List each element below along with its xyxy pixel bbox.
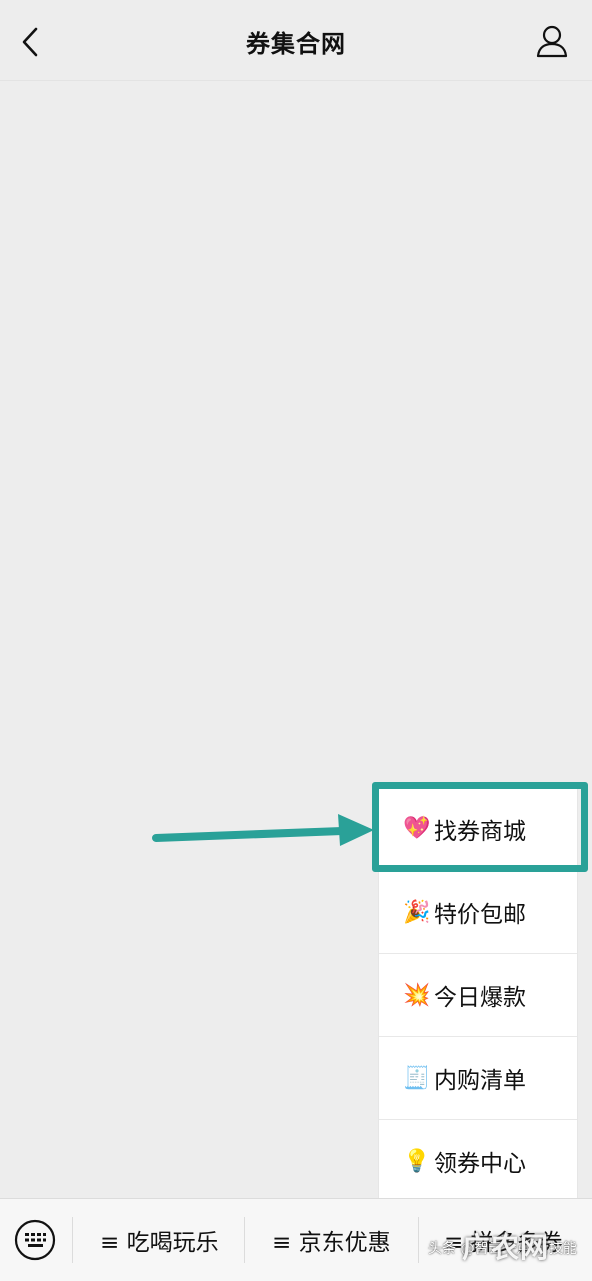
person-icon[interactable]	[536, 24, 568, 58]
menu-item-label: 特价包邮	[434, 902, 526, 928]
keyboard-icon[interactable]	[14, 1219, 56, 1261]
light-bulb-icon: 💡	[403, 1148, 431, 1174]
menu-item-coupon-center[interactable]: 💡 领券中心	[379, 1119, 577, 1202]
menu-item-internal-purchase-list[interactable]: 🧾 内购清单	[379, 1036, 577, 1119]
menu-item-find-coupon-mall[interactable]: 💖 找券商城	[379, 787, 577, 870]
pointer-arrow-icon	[152, 814, 374, 846]
top-navigation-bar: 券集合网	[0, 0, 592, 81]
menu-item-special-free-shipping[interactable]: 🎉 特价包邮	[379, 870, 577, 953]
watermark-logo-text: 广农网	[462, 1231, 550, 1264]
menu-item-label: 找券商城	[434, 818, 526, 845]
menu-item-label: 今日爆款	[434, 985, 526, 1011]
popup-menu: 💖 找券商城 🎉 特价包邮 💥 今日爆款 🧾 内购清单 💡 领券中心	[378, 786, 578, 1203]
divider	[244, 1217, 245, 1263]
menu-item-label: 内购清单	[434, 1068, 526, 1094]
collision-icon: 💥	[403, 982, 431, 1008]
page-title: 券集合网	[246, 30, 346, 58]
bottom-menu-eat-drink-play[interactable]: ≡ 吃喝玩乐	[100, 1223, 219, 1257]
divider	[418, 1217, 419, 1263]
divider	[72, 1217, 73, 1263]
sparkling-heart-icon: 💖	[403, 816, 431, 841]
bottom-menu-jd-deals[interactable]: ≡ 京东优惠	[272, 1223, 391, 1257]
menu-item-label: 领券中心	[434, 1151, 526, 1177]
receipt-icon: 🧾	[403, 1065, 431, 1091]
party-popper-icon: 🎉	[403, 899, 431, 925]
menu-item-todays-hot[interactable]: 💥 今日爆款	[379, 953, 577, 1036]
